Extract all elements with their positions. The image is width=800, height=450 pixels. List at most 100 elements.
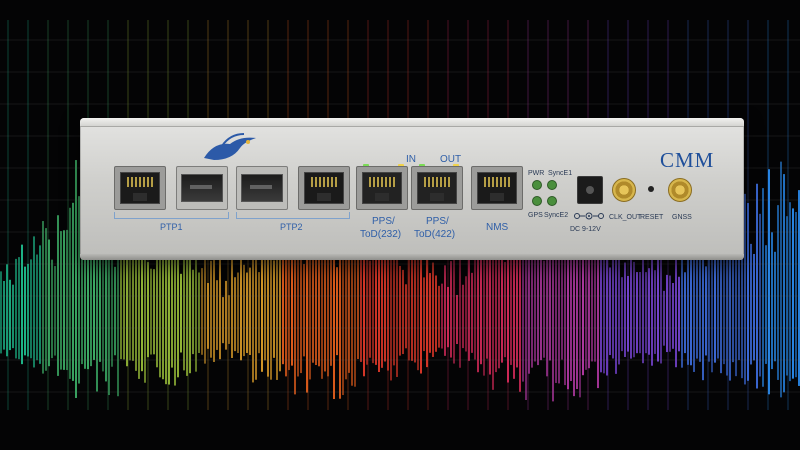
spectrum-bar: [360, 250, 362, 362]
spectrum-bar: [60, 231, 62, 370]
spectrum-bar: [249, 267, 251, 355]
spectrum-bar: [756, 183, 758, 389]
spectrum-bar: [669, 275, 671, 352]
spectrum-bar: [45, 228, 47, 371]
reset-button: [648, 186, 654, 192]
spectrum-bar: [450, 261, 452, 358]
ethernet-port-icon: [411, 166, 463, 210]
spectrum-bar: [222, 297, 224, 344]
spectrum-bar: [18, 257, 20, 360]
spectrum-bar: [438, 285, 440, 348]
spectrum-bar: [423, 277, 425, 352]
spectrum-bar: [132, 252, 134, 361]
spectrum-bar: [474, 256, 476, 360]
spectrum-bar: [81, 244, 83, 365]
sfp-port-icon: [176, 166, 228, 210]
spectrum-bar: [612, 258, 614, 359]
spectrum-bar: [636, 272, 638, 354]
spectrum-bar: [399, 265, 401, 356]
spectrum-bar: [21, 244, 23, 365]
device-top-edge: [80, 118, 744, 127]
spectrum-bar: [771, 232, 773, 370]
spectrum-bar: [69, 207, 71, 379]
spectrum-bar: [762, 188, 764, 387]
spectrum-bar: [54, 266, 56, 356]
spectrum-bar: [75, 160, 77, 398]
spectrum-bar: [336, 267, 338, 356]
sync-e1-led: [547, 180, 557, 190]
spectrum-bar: [234, 277, 236, 352]
spectrum-bar: [405, 284, 407, 349]
spectrum-bar: [30, 259, 32, 359]
spectrum-bar: [51, 259, 53, 359]
ptp2-bracket: [236, 212, 350, 219]
sma-connector-icon: [612, 178, 636, 202]
spectrum-bar: [33, 236, 35, 368]
spectrum-bar: [123, 256, 125, 360]
reset-label: RESET: [640, 214, 664, 221]
spectrum-bar: [465, 276, 467, 352]
spectrum-bar: [792, 208, 794, 379]
spectrum-bar: [372, 247, 374, 364]
bird-logo-icon: [204, 133, 256, 160]
spectrum-bar: [633, 261, 635, 358]
spectrum-bar: [549, 253, 551, 361]
spectrum-bar: [504, 262, 506, 358]
spectrum-bar: [723, 244, 725, 365]
pwr-led: [532, 180, 542, 190]
ethernet-port-icon: [356, 166, 408, 210]
sma-connector-icon: [668, 178, 692, 202]
ptp2-label: PTP2: [280, 222, 303, 232]
spectrum-bar: [480, 244, 482, 365]
spectrum-bar: [210, 260, 212, 358]
spectrum-bar: [15, 258, 17, 359]
spectrum-bar: [9, 279, 11, 351]
spectrum-bar: [93, 255, 95, 360]
spectrum-bar: [435, 275, 437, 352]
spectrum-bar: [630, 258, 632, 359]
spectrum-bar: [0, 271, 2, 354]
spectrum-bar: [561, 256, 563, 360]
spectrum-bar: [639, 272, 641, 354]
ptp1-bracket: [114, 212, 229, 219]
spectrum-bar: [732, 249, 734, 363]
spectrum-bar: [657, 251, 659, 362]
spectrum-bar: [705, 266, 707, 356]
spectrum-bar: [537, 242, 539, 366]
spectrum-bar: [198, 272, 200, 354]
spectrum-bar: [231, 260, 233, 358]
dc-jack-icon: [577, 176, 603, 204]
spectrum-bar: [501, 248, 503, 363]
spectrum-bar: [690, 241, 692, 366]
spectrum-bar: [777, 205, 779, 380]
spectrum-bar: [12, 284, 14, 349]
sync-e1-label: SyncE1: [548, 170, 573, 177]
spectrum-bar: [24, 266, 26, 356]
nms-label: NMS: [486, 222, 509, 233]
spectrum-bar: [714, 248, 716, 363]
device-bottom-edge: [80, 254, 744, 260]
spectrum-bar: [129, 254, 131, 361]
gps-led: [532, 196, 542, 206]
spectrum-bar: [753, 253, 755, 361]
spectrum-bar: [774, 251, 776, 362]
spectrum-bar: [795, 212, 797, 378]
spectrum-bar: [717, 258, 719, 359]
spectrum-bar: [696, 258, 698, 359]
gps-label: GPS: [528, 212, 543, 219]
ethernet-port-icon: [471, 166, 523, 210]
ptp1-label: PTP1: [160, 222, 183, 232]
spectrum-bar: [72, 202, 74, 381]
spectrum-bar: [237, 272, 239, 353]
sync-e2-label: SyncE2: [544, 212, 569, 219]
spectrum-bar: [444, 265, 446, 356]
spectrum-bar: [543, 260, 545, 358]
brand-label: CMM: [660, 148, 715, 172]
pwr-label: PWR: [528, 170, 545, 177]
spectrum-bar: [624, 262, 626, 357]
sfp-port-icon: [236, 166, 288, 210]
pps-422-label-line1: PPS/: [426, 216, 449, 227]
spectrum-bar: [384, 251, 386, 362]
spectrum-bar: [243, 264, 245, 357]
spectrum-bar: [645, 272, 647, 354]
